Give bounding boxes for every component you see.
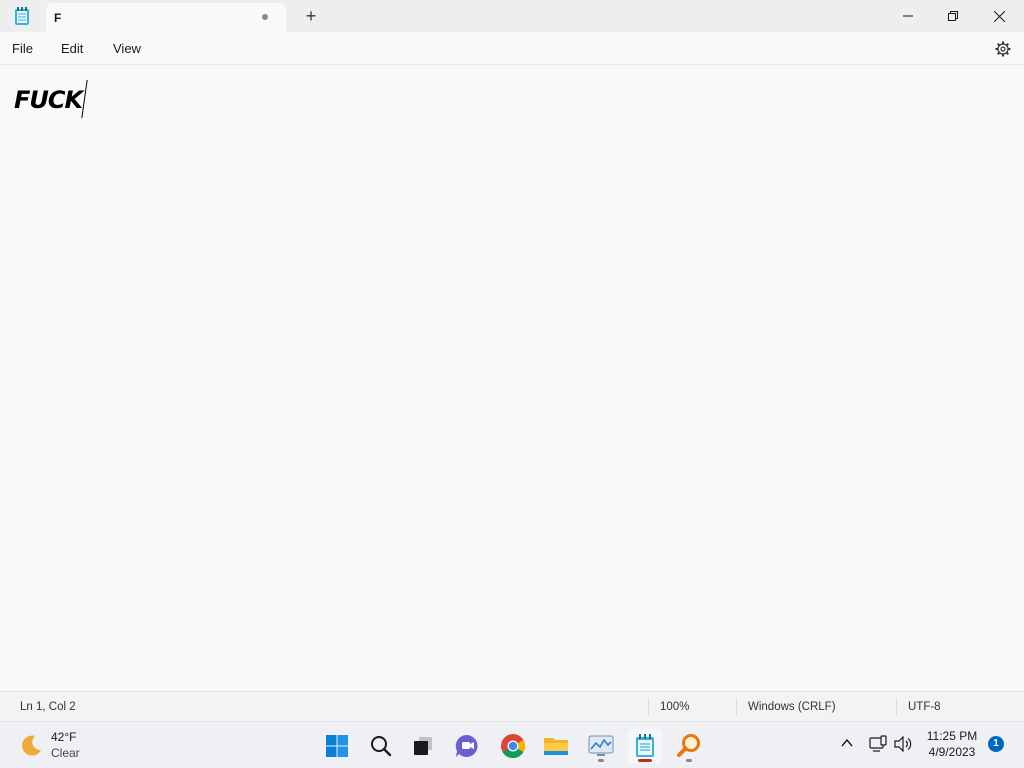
task-manager-button[interactable] bbox=[584, 729, 618, 763]
text-editor[interactable]: FUCK bbox=[0, 66, 1024, 691]
weather-condition: Clear bbox=[51, 746, 80, 760]
windows-logo-icon bbox=[326, 735, 348, 757]
chrome-icon bbox=[501, 734, 526, 758]
clock-time: 11:25 PM bbox=[926, 729, 978, 743]
cursor-position: Ln 1, Col 2 bbox=[20, 701, 76, 713]
running-indicator bbox=[598, 759, 604, 762]
minimize-icon bbox=[903, 15, 913, 17]
network-button[interactable] bbox=[868, 735, 888, 753]
file-explorer-button[interactable] bbox=[539, 729, 573, 763]
status-divider bbox=[896, 698, 897, 716]
title-bar: F + bbox=[0, 0, 1024, 32]
settings-button[interactable] bbox=[994, 40, 1012, 58]
restore-icon bbox=[948, 11, 958, 21]
running-indicator bbox=[686, 759, 692, 762]
editor-content[interactable]: FUCK bbox=[14, 86, 83, 114]
folder-icon bbox=[544, 738, 568, 755]
chat-button[interactable] bbox=[450, 729, 484, 763]
chat-icon bbox=[455, 734, 478, 757]
search-button[interactable] bbox=[364, 729, 398, 763]
menu-view[interactable]: View bbox=[113, 41, 141, 56]
weather-widget[interactable]: 42°F Clear bbox=[18, 729, 138, 763]
monitor-chart-icon bbox=[588, 735, 614, 756]
task-view-icon bbox=[414, 737, 432, 755]
notepad-button[interactable] bbox=[628, 729, 662, 763]
restore-button[interactable] bbox=[930, 0, 976, 32]
status-divider bbox=[736, 698, 737, 716]
show-hidden-icons-button[interactable] bbox=[838, 734, 856, 752]
menu-bar: File Edit View bbox=[0, 32, 1024, 65]
speaker-icon bbox=[894, 735, 912, 753]
text-caret bbox=[81, 80, 88, 118]
encoding[interactable]: UTF-8 bbox=[908, 701, 941, 713]
magnifier-icon bbox=[677, 734, 700, 757]
clock-date: 4/9/2023 bbox=[928, 745, 976, 759]
gear-icon bbox=[995, 41, 1011, 57]
chrome-button[interactable] bbox=[496, 729, 530, 763]
status-divider bbox=[648, 698, 649, 716]
notification-badge[interactable]: 1 bbox=[988, 736, 1004, 752]
unsaved-indicator-icon[interactable] bbox=[262, 14, 268, 20]
document-tab[interactable]: F bbox=[46, 3, 286, 32]
minimize-button[interactable] bbox=[885, 0, 931, 32]
weather-temperature: 42°F bbox=[51, 730, 77, 744]
line-ending[interactable]: Windows (CRLF) bbox=[748, 701, 836, 713]
zoom-level[interactable]: 100% bbox=[660, 701, 689, 713]
search-icon bbox=[371, 736, 392, 757]
volume-button[interactable] bbox=[893, 735, 913, 753]
notepad-icon bbox=[14, 7, 30, 25]
moon-icon bbox=[18, 733, 44, 759]
close-button[interactable] bbox=[976, 0, 1022, 32]
clock-button[interactable]: 11:25 PM 4/9/2023 bbox=[920, 728, 984, 760]
network-icon bbox=[869, 735, 887, 752]
start-button[interactable] bbox=[320, 729, 354, 763]
active-indicator bbox=[638, 759, 652, 762]
taskbar: 42°F Clear 11:25 PM 4/9/2023 1 bbox=[0, 721, 1024, 768]
menu-file[interactable]: File bbox=[12, 41, 33, 56]
notepad-icon bbox=[636, 734, 654, 757]
menu-edit[interactable]: Edit bbox=[61, 41, 83, 56]
status-bar: Ln 1, Col 2 100% Windows (CRLF) UTF-8 bbox=[0, 691, 1024, 721]
tab-title: F bbox=[54, 11, 62, 25]
new-tab-button[interactable]: + bbox=[300, 5, 322, 27]
chevron-up-icon bbox=[841, 738, 853, 747]
task-view-button[interactable] bbox=[406, 729, 440, 763]
magnifier-button[interactable] bbox=[672, 729, 706, 763]
close-icon bbox=[993, 10, 1005, 22]
